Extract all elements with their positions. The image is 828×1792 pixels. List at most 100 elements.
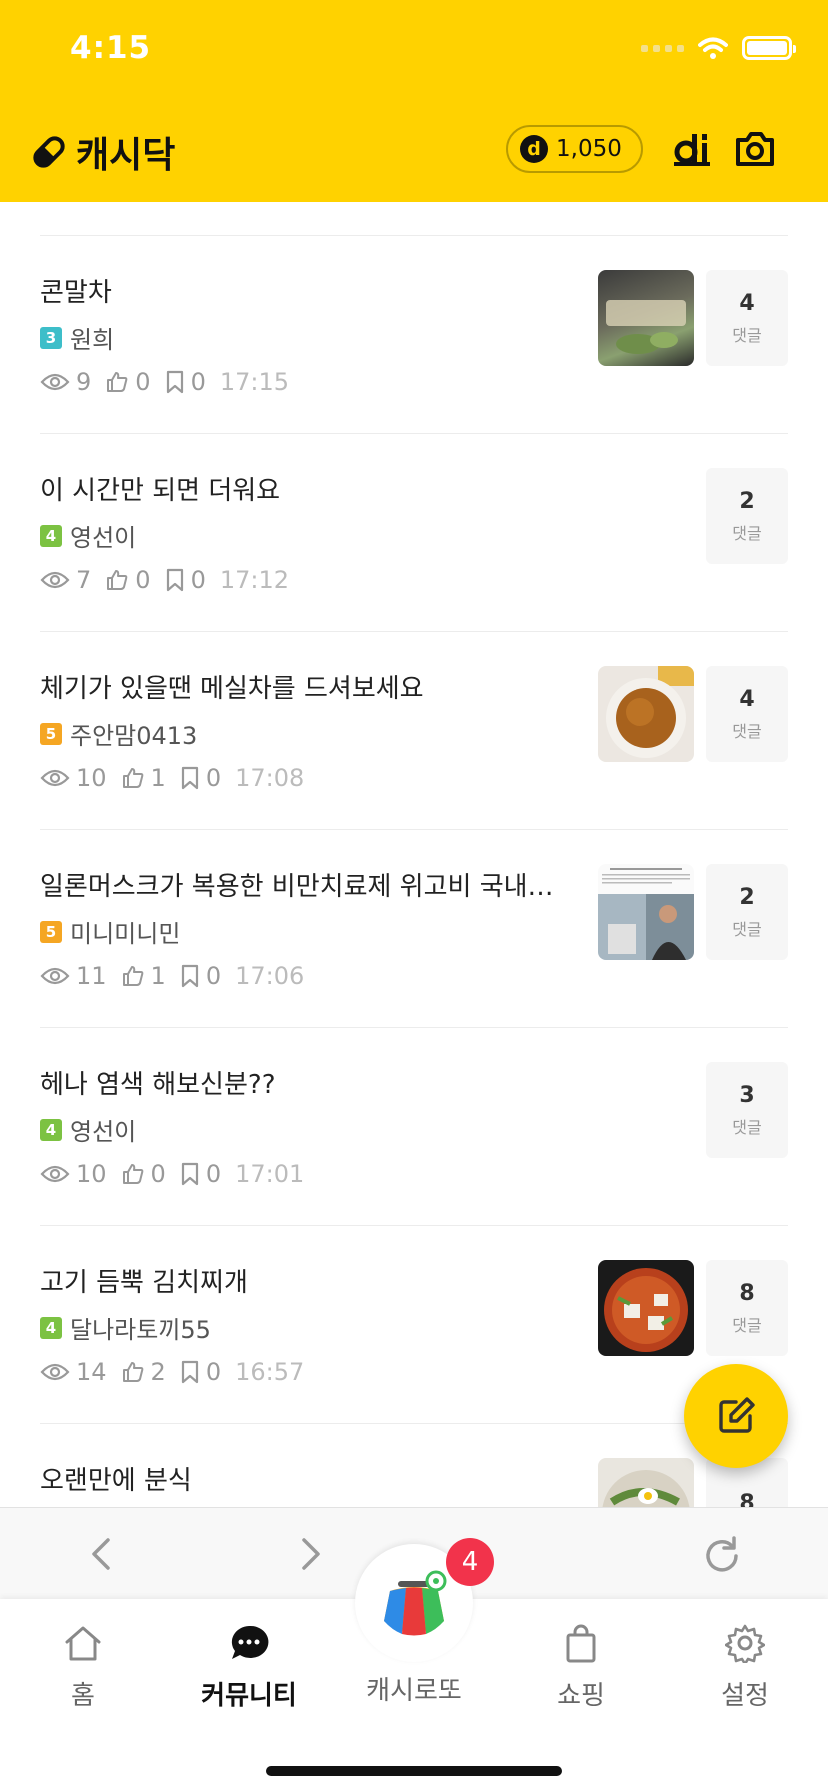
refresh-icon[interactable] xyxy=(700,1534,744,1578)
bookmark-count: 0 xyxy=(205,764,222,792)
comment-count-box[interactable]: 4 댓글 xyxy=(706,270,788,366)
level-badge: 3 xyxy=(40,326,62,349)
view-count: 10 xyxy=(76,1160,107,1188)
post-item[interactable]: 이 시간만 되면 더워요 4 영선이 7 0 0 17:12 2 댓글 xyxy=(40,434,788,632)
points-value: 1,050 xyxy=(556,136,622,162)
post-item[interactable]: 헤나 염색 해보신분?? 4 영선이 10 0 0 17:01 3 댓글 xyxy=(40,1028,788,1226)
comment-label: 댓글 xyxy=(732,1315,762,1335)
eye-icon xyxy=(40,1363,70,1381)
kimchi-stew-image xyxy=(604,1268,688,1352)
points-button[interactable]: d 1,050 xyxy=(506,125,643,173)
post-title: 고기 듬뿍 김치찌개 xyxy=(40,1268,248,1298)
view-count: 14 xyxy=(76,1358,107,1386)
home-icon xyxy=(65,1626,101,1661)
post-time: 17:15 xyxy=(219,368,290,396)
post-thumbnail[interactable] xyxy=(598,1260,694,1356)
comment-label: 댓글 xyxy=(732,325,762,345)
comment-count-box[interactable]: 4 댓글 xyxy=(706,666,788,762)
post-thumbnail[interactable] xyxy=(598,864,694,960)
bookmark-icon xyxy=(181,964,198,988)
post-author: 5 미니미니민 xyxy=(40,914,180,949)
author-name: 주안맘0413 xyxy=(70,722,198,750)
eye-icon xyxy=(40,1165,70,1183)
tab-shopping[interactable]: 쇼핑 xyxy=(498,1623,664,1712)
post-title: 체기가 있을땐 메실차를 드셔보세요 xyxy=(40,674,424,704)
thumbs-up-icon xyxy=(122,1164,143,1184)
snack-package-image xyxy=(606,300,686,354)
like-count: 1 xyxy=(150,764,166,792)
tab-home[interactable]: 홈 xyxy=(0,1623,166,1712)
bookmark-count: 0 xyxy=(205,1160,222,1188)
author-name: 달나라토끼55 xyxy=(70,1316,211,1344)
post-title: 이 시간만 되면 더워요 xyxy=(40,476,281,506)
like-count: 0 xyxy=(135,566,151,594)
post-meta: 14 2 0 16:57 xyxy=(40,1358,304,1386)
back-arrow-icon[interactable] xyxy=(86,1534,116,1574)
tab-settings[interactable]: 설정 xyxy=(662,1623,828,1712)
tea-cup-image xyxy=(606,666,694,758)
post-title: 오랜만에 분식 xyxy=(40,1466,192,1496)
post-author: 4 영선이 xyxy=(40,518,136,553)
level-badge: 5 xyxy=(40,722,62,745)
post-item[interactable]: 일론머스크가 복용한 비만치료제 위고비 국내 ... 5 미니미니민 11 1… xyxy=(40,830,788,1028)
post-thumbnail[interactable] xyxy=(598,666,694,762)
comment-label: 댓글 xyxy=(732,919,762,939)
bookmark-count: 0 xyxy=(205,1358,222,1386)
eye-icon xyxy=(40,967,70,985)
comment-count-box[interactable]: 2 댓글 xyxy=(706,468,788,564)
write-post-button[interactable] xyxy=(684,1364,788,1468)
view-count: 9 xyxy=(76,368,92,396)
bookmark-icon xyxy=(181,766,198,790)
wifi-icon xyxy=(698,37,728,59)
app-header: 4:15 캐시닥 d 1,050 xyxy=(0,0,828,202)
home-indicator xyxy=(266,1766,562,1776)
shopping-bag-icon xyxy=(566,1624,596,1663)
post-thumbnail[interactable] xyxy=(598,1458,694,1507)
comment-count: 8 xyxy=(739,1280,755,1306)
post-meta: 11 1 0 17:06 xyxy=(40,962,304,990)
post-item[interactable]: 오랜만에 분식 8 xyxy=(40,1424,788,1507)
comment-count: 4 xyxy=(739,686,755,712)
tab-shopping-label: 쇼핑 xyxy=(557,1681,605,1711)
view-count: 11 xyxy=(76,962,107,990)
author-name: 미니미니민 xyxy=(70,920,181,948)
post-item[interactable]: 고기 듬뿍 김치찌개 4 달나라토끼55 14 2 0 16:57 8 댓글 xyxy=(40,1226,788,1424)
pill-logo-icon xyxy=(33,136,65,168)
level-badge: 4 xyxy=(40,524,62,547)
comment-count-box[interactable]: 8 댓글 xyxy=(706,1260,788,1356)
status-time: 4:15 xyxy=(70,30,152,66)
bibimbap-image xyxy=(602,1470,690,1507)
author-name: 영선이 xyxy=(70,1118,137,1146)
view-count: 10 xyxy=(76,764,107,792)
eye-icon xyxy=(40,373,70,391)
post-item[interactable]: 콘말차 3 원희 9 0 0 17:15 4 댓글 xyxy=(40,236,788,434)
lotto-count-badge: 4 xyxy=(446,1538,494,1586)
comment-count-box[interactable]: 3 댓글 xyxy=(706,1062,788,1158)
comment-count: 8 xyxy=(739,1490,755,1508)
lotto-pouch-icon xyxy=(384,1570,447,1636)
post-item[interactable]: 체기가 있을땐 메실차를 드셔보세요 5 주안맘0413 10 1 0 17:0… xyxy=(40,632,788,830)
level-badge: 5 xyxy=(40,920,62,943)
post-meta: 10 1 0 17:08 xyxy=(40,764,304,792)
post-thumbnail[interactable] xyxy=(598,270,694,366)
forward-arrow-icon[interactable] xyxy=(296,1534,326,1574)
edit-icon xyxy=(719,1397,755,1433)
thumbs-up-icon xyxy=(122,768,143,788)
camera-icon[interactable] xyxy=(734,128,776,168)
bookmark-icon xyxy=(166,568,183,592)
bookmark-count: 0 xyxy=(205,962,222,990)
eye-icon xyxy=(40,769,70,787)
points-coin-icon: d xyxy=(520,135,548,163)
attendance-d-icon[interactable] xyxy=(672,128,712,168)
post-meta: 9 0 0 17:15 xyxy=(40,368,289,396)
bookmark-icon xyxy=(181,1162,198,1186)
post-time: 16:57 xyxy=(235,1358,305,1386)
app-logo[interactable]: 캐시닥 xyxy=(30,126,175,178)
tab-community[interactable]: 커뮤니티 xyxy=(166,1623,332,1712)
bookmark-count: 0 xyxy=(190,566,206,594)
comment-count-box[interactable]: 2 댓글 xyxy=(706,864,788,960)
post-time: 17:06 xyxy=(235,962,305,990)
author-name: 영선이 xyxy=(70,524,137,552)
post-feed[interactable]: 콘말차 3 원희 9 0 0 17:15 4 댓글 이 시간만 되면 더워요 4… xyxy=(0,202,828,1507)
bookmark-count: 0 xyxy=(190,368,206,396)
